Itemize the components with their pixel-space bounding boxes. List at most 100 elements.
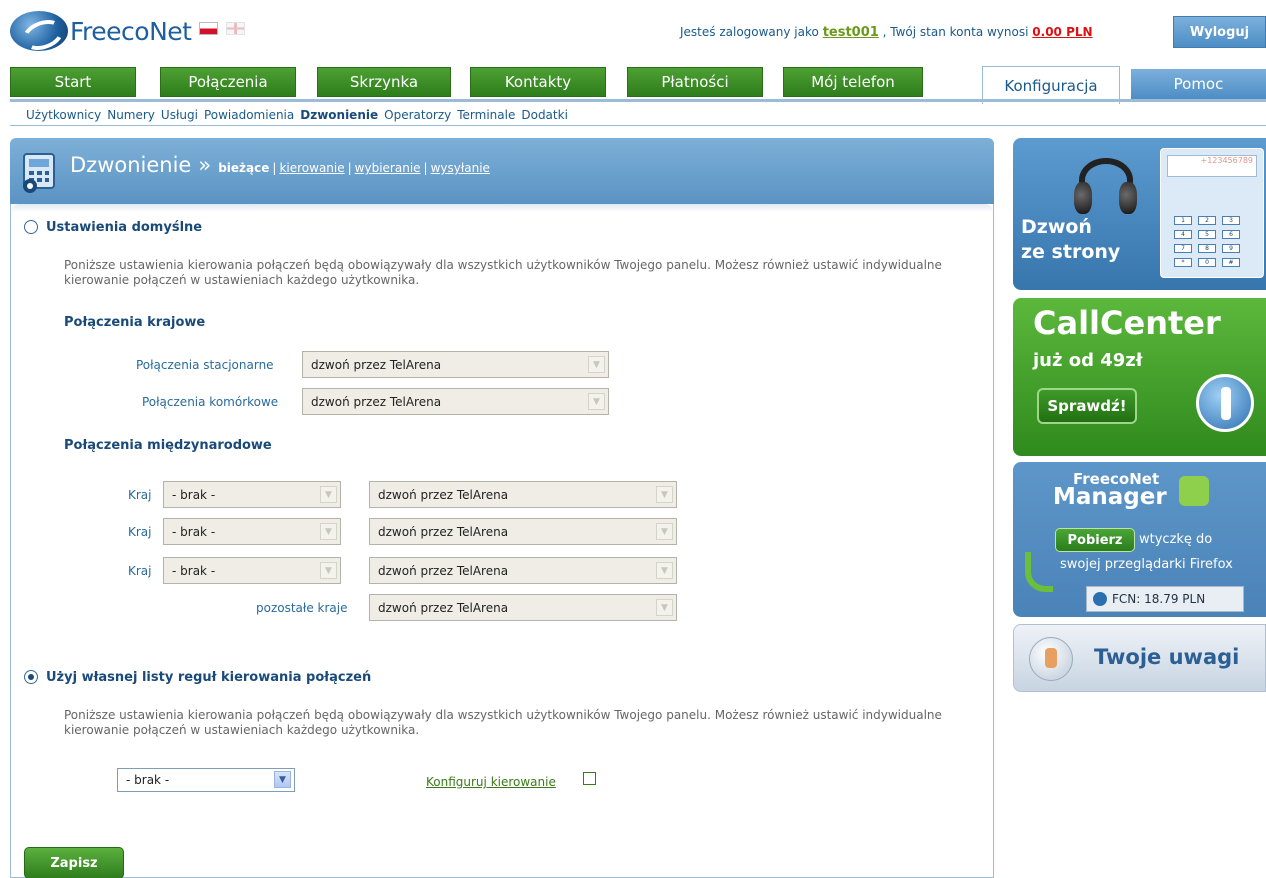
keypad-key: 8	[1198, 244, 1216, 253]
phone-settings-icon	[23, 153, 55, 193]
page-title: Dzwonienie » bieżące | kierowanie | wybi…	[70, 153, 490, 177]
tab-start[interactable]: Start	[10, 67, 136, 97]
chevron-down-icon: ▼	[320, 562, 337, 579]
country-value: - brak -	[172, 563, 216, 578]
country-route-select-2[interactable]: dzwoń przez TelArena ▼	[369, 518, 677, 545]
keypad-key: 4	[1174, 230, 1192, 239]
globe-icon	[1093, 592, 1107, 606]
banner-dzwon-line2: ze strony	[1021, 241, 1121, 263]
logout-button[interactable]: Wyloguj	[1173, 16, 1266, 48]
external-link-icon[interactable]	[583, 772, 596, 785]
banner-freeconet-manager[interactable]: FreecoNet Manager Pobierz wtyczkę do swo…	[1013, 462, 1266, 617]
mobile-route-select[interactable]: dzwoń przez TelArena ▼	[302, 388, 609, 415]
manager-text-1: wtyczkę do	[1139, 532, 1213, 547]
feedback-title: Twoje uwagi	[1094, 645, 1240, 669]
landline-route-value: dzwoń przez TelArena	[311, 357, 442, 372]
callcenter-title: CallCenter	[1033, 304, 1221, 342]
keypad-key: 3	[1222, 216, 1240, 225]
keypad-key: #	[1222, 258, 1240, 267]
keypad-key: *	[1174, 258, 1192, 267]
route-value: dzwoń przez TelArena	[378, 600, 509, 615]
country-select-3[interactable]: - brak - ▼	[163, 557, 341, 584]
puzzle-piece-icon	[1179, 476, 1209, 506]
banner-feedback[interactable]: Twoje uwagi	[1013, 624, 1266, 692]
other-countries-label: pozostałe kraje	[256, 601, 348, 615]
logo-text: FreecoNet	[70, 16, 192, 46]
username-link[interactable]: test001	[823, 25, 879, 40]
custom-rules-title: Użyj własnej listy reguł kierowania połą…	[46, 670, 372, 685]
config-subnav: Użytkownicy Numery Usługi Powiadomienia …	[10, 104, 1266, 126]
other-countries-route-select[interactable]: dzwoń przez TelArena ▼	[369, 594, 677, 621]
banner-callcenter[interactable]: CallCenter już od 49zł Sprawdź!	[1013, 298, 1266, 456]
callcenter-subtitle: już od 49zł	[1033, 350, 1143, 371]
freeconet-logo[interactable]: FreecoNet	[10, 10, 192, 52]
callcenter-check-button[interactable]: Sprawdź!	[1037, 388, 1137, 424]
save-button[interactable]: Zapisz	[24, 847, 124, 878]
polish-flag-icon[interactable]	[199, 22, 218, 35]
country-label: Kraj	[128, 525, 152, 539]
subnav-dzwonienie[interactable]: Dzwonienie	[300, 108, 378, 122]
country-route-select-1[interactable]: dzwoń przez TelArena ▼	[369, 481, 677, 508]
country-select-1[interactable]: - brak - ▼	[163, 481, 341, 508]
default-settings-description: Poniższe ustawienia kierowania połączeń …	[64, 258, 942, 287]
chevron-down-icon: ▼	[656, 486, 673, 503]
tab-moj-telefon[interactable]: Mój telefon	[783, 67, 923, 97]
landline-route-select[interactable]: dzwoń przez TelArena ▼	[302, 351, 609, 378]
keypad-key: 9	[1222, 244, 1240, 253]
intl-calls-title: Połączenia międzynarodowe	[64, 438, 272, 453]
country-label: Kraj	[128, 564, 152, 578]
keypad-key: 1	[1174, 216, 1192, 225]
english-flag-icon[interactable]	[226, 22, 245, 35]
chevron-down-icon: ▼	[656, 523, 673, 540]
subnav-uslugi[interactable]: Usługi	[161, 108, 198, 122]
subnav-numery[interactable]: Numery	[107, 108, 155, 122]
rules-list-select[interactable]: - brak - ▼	[117, 768, 295, 792]
login-info: Jesteś zalogowany jako test001 , Twój st…	[680, 25, 1093, 40]
chevron-down-icon: ▼	[656, 562, 673, 579]
default-settings-title: Ustawienia domyślne	[46, 220, 203, 235]
custom-rules-radio[interactable]	[24, 670, 38, 684]
subpage-link-wysylanie[interactable]: wysyłanie	[431, 161, 490, 175]
manager-title: Manager	[1053, 484, 1167, 510]
tab-skrzynka[interactable]: Skrzynka	[317, 67, 451, 97]
tab-kontakty[interactable]: Kontakty	[470, 67, 606, 97]
breadcrumb-arrow: »	[198, 153, 212, 177]
tab-polaczenia[interactable]: Połączenia	[160, 67, 296, 97]
chevron-down-icon: ▼	[320, 523, 337, 540]
custom-rules-description: Poniższe ustawienia kierowania połączeń …	[64, 708, 942, 737]
login-prefix: Jesteś zalogowany jako	[680, 25, 819, 39]
page-title-text: Dzwonienie	[70, 153, 192, 177]
route-value: dzwoń przez TelArena	[378, 563, 509, 578]
subnav-uzytkownicy[interactable]: Użytkownicy	[26, 108, 101, 122]
country-value: - brak -	[172, 524, 216, 539]
balance-link[interactable]: 0.00 PLN	[1032, 25, 1092, 39]
subnav-operatorzy[interactable]: Operatorzy	[384, 108, 451, 122]
subpage-link-kierowanie[interactable]: kierowanie	[279, 161, 344, 175]
default-settings-radio[interactable]	[24, 220, 38, 234]
subnav-powiadomienia[interactable]: Powiadomienia	[204, 108, 294, 122]
route-value: dzwoń przez TelArena	[378, 524, 509, 539]
headset-earcup	[1074, 182, 1092, 214]
subnav-terminale[interactable]: Terminale	[457, 108, 515, 122]
rules-list-value: - brak -	[126, 773, 170, 787]
subpage-link-wybieranie[interactable]: wybieranie	[355, 161, 421, 175]
info-icon	[1196, 374, 1254, 432]
fcn-balance-box: FCN: 18.79 PLN	[1086, 586, 1244, 612]
country-select-2[interactable]: - brak - ▼	[163, 518, 341, 545]
tab-platnosci[interactable]: Płatności	[627, 67, 763, 97]
manager-download-button[interactable]: Pobierz	[1055, 528, 1135, 552]
country-route-select-3[interactable]: dzwoń przez TelArena ▼	[369, 557, 677, 584]
subnav-dodatki[interactable]: Dodatki	[521, 108, 568, 122]
domestic-calls-title: Połączenia krajowe	[64, 315, 206, 330]
chevron-down-icon: ▼	[320, 486, 337, 503]
route-value: dzwoń przez TelArena	[378, 487, 509, 502]
keypad-key: 5	[1198, 230, 1216, 239]
manager-text-2: swojej przeglądarki Firefox	[1060, 557, 1233, 572]
headset-earcup	[1119, 182, 1137, 214]
banner-call-from-website[interactable]: Dzwoń ze strony +123456789 1 2 3 4 5 6 7…	[1013, 138, 1266, 290]
configure-routing-link[interactable]: Konfiguruj kierowanie	[426, 775, 556, 789]
mobile-label: Połączenia komórkowe	[142, 395, 279, 409]
tab-pomoc[interactable]: Pomoc	[1131, 69, 1266, 99]
balance-prefix: , Twój stan konta wynosi	[882, 25, 1029, 39]
keypad-key: 0	[1198, 258, 1216, 267]
